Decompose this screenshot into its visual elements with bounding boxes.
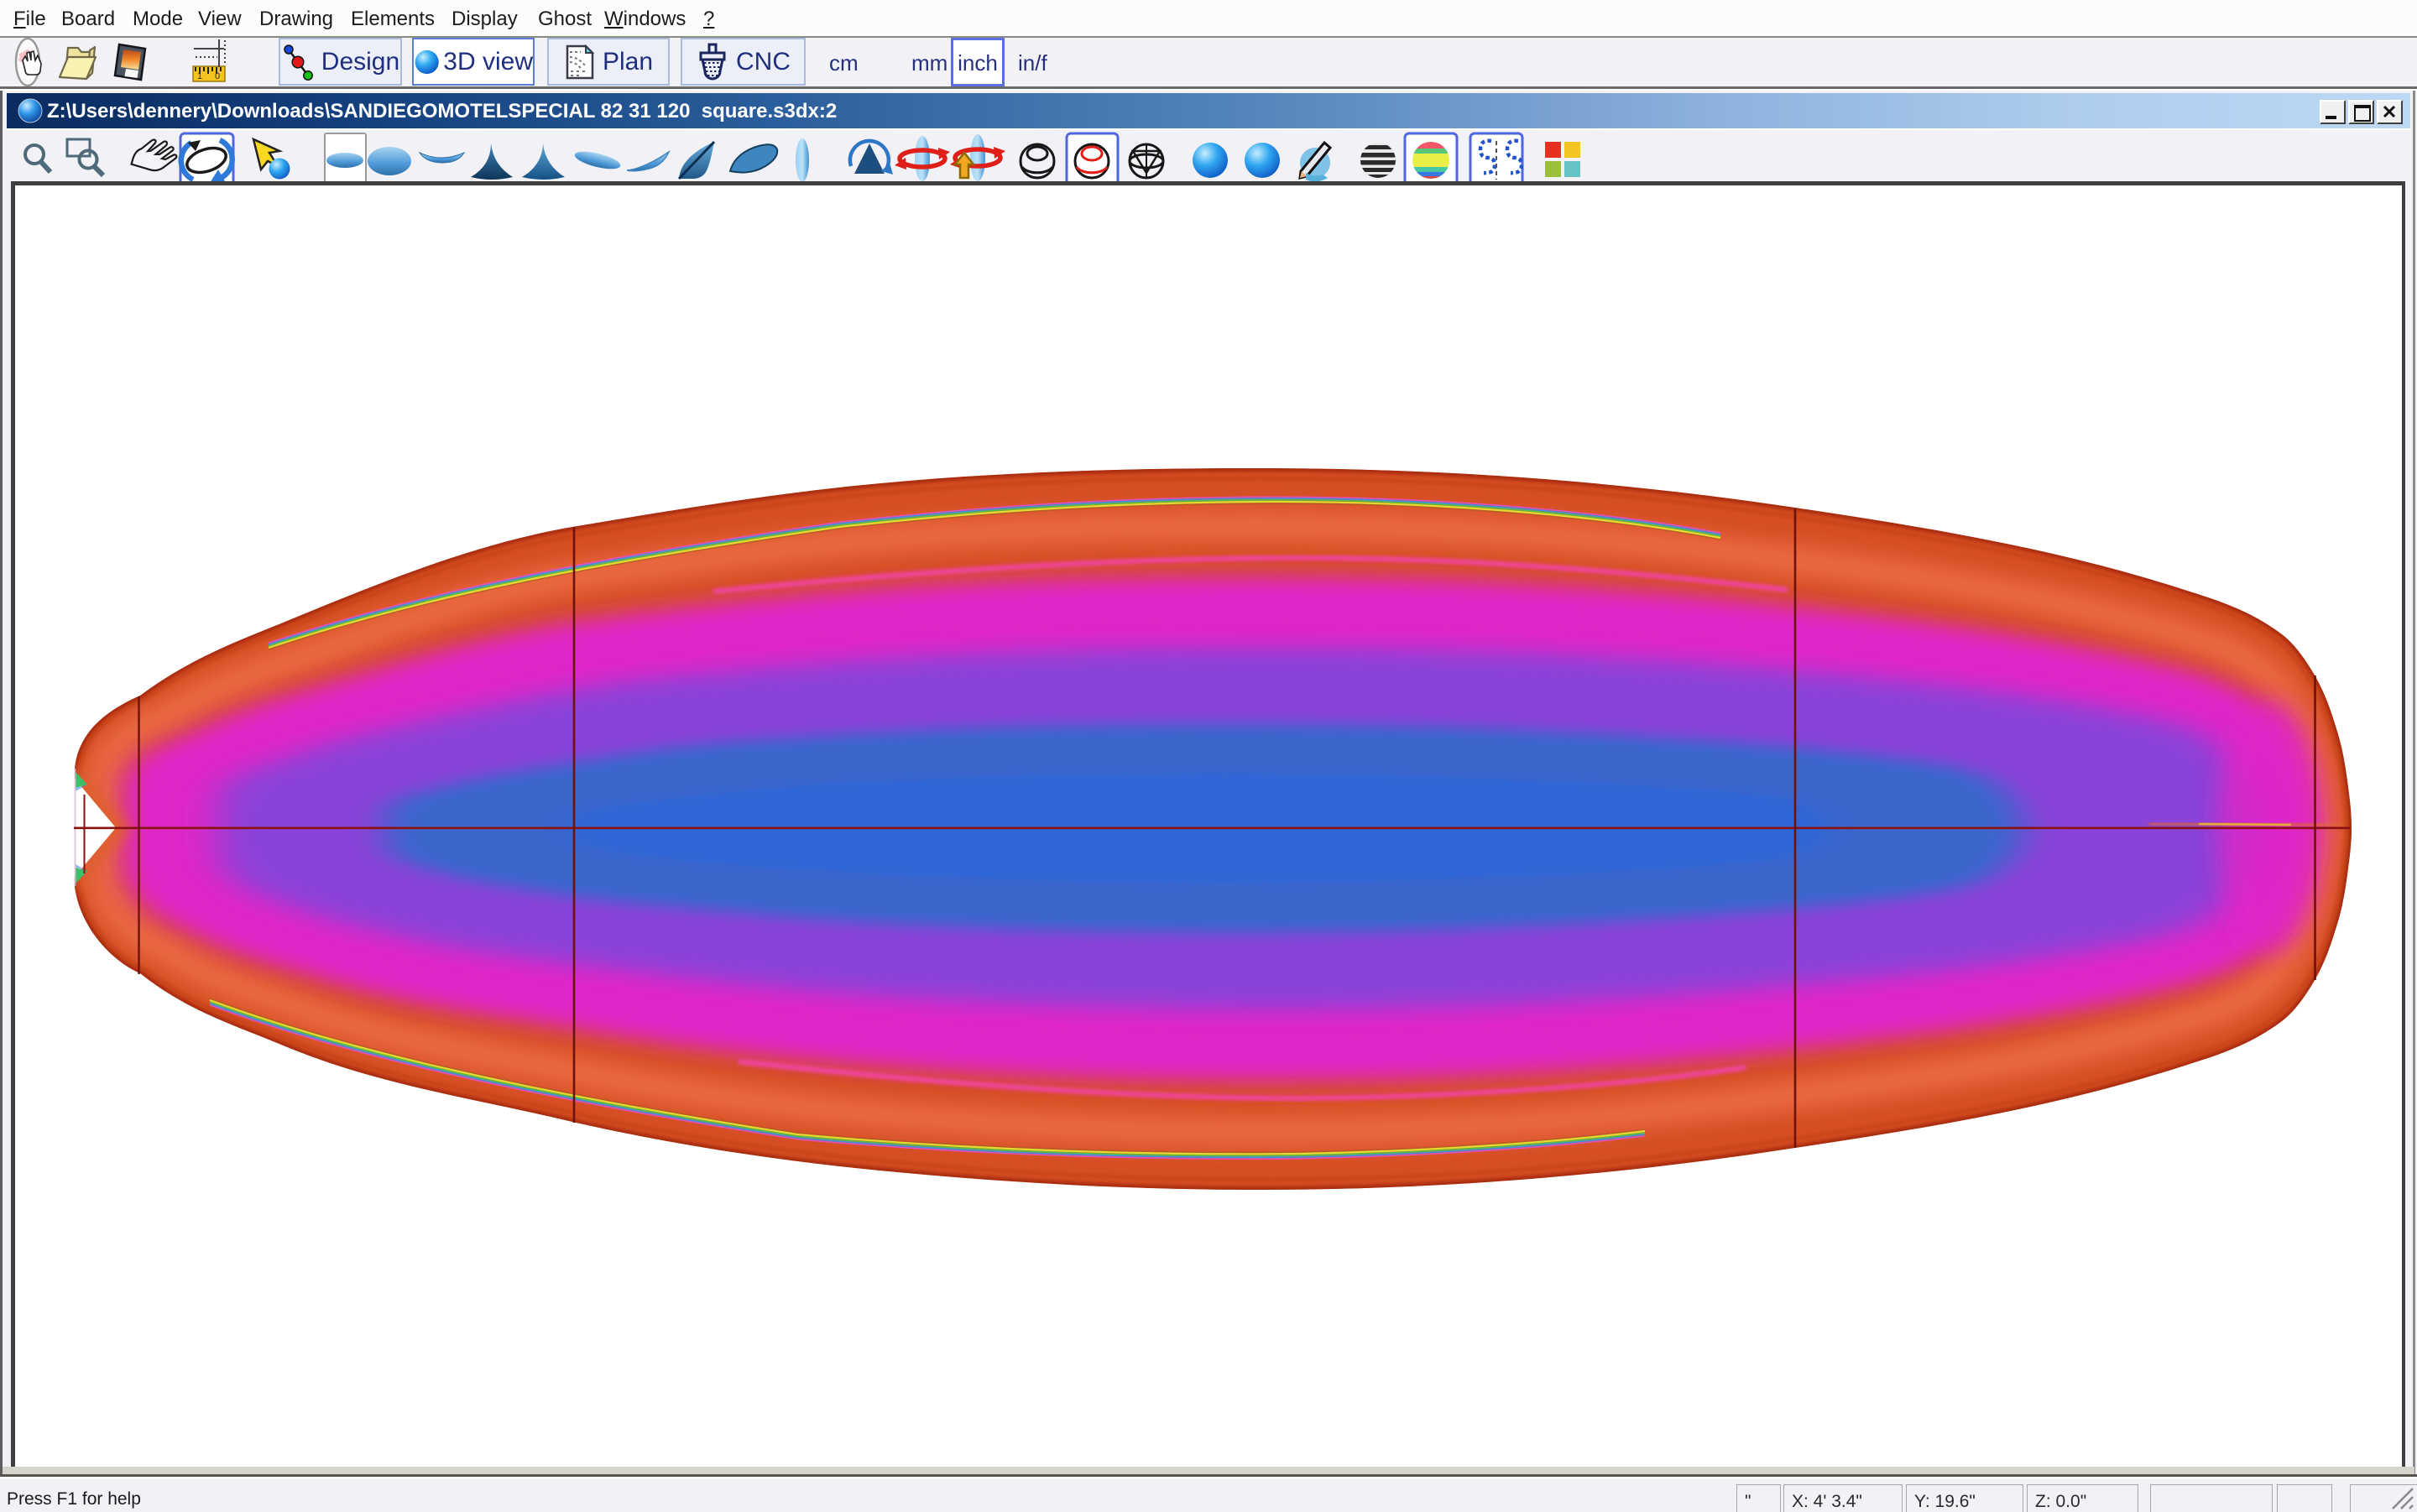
svg-text:0: 0 <box>215 71 220 81</box>
svg-text:1: 1 <box>197 71 202 81</box>
